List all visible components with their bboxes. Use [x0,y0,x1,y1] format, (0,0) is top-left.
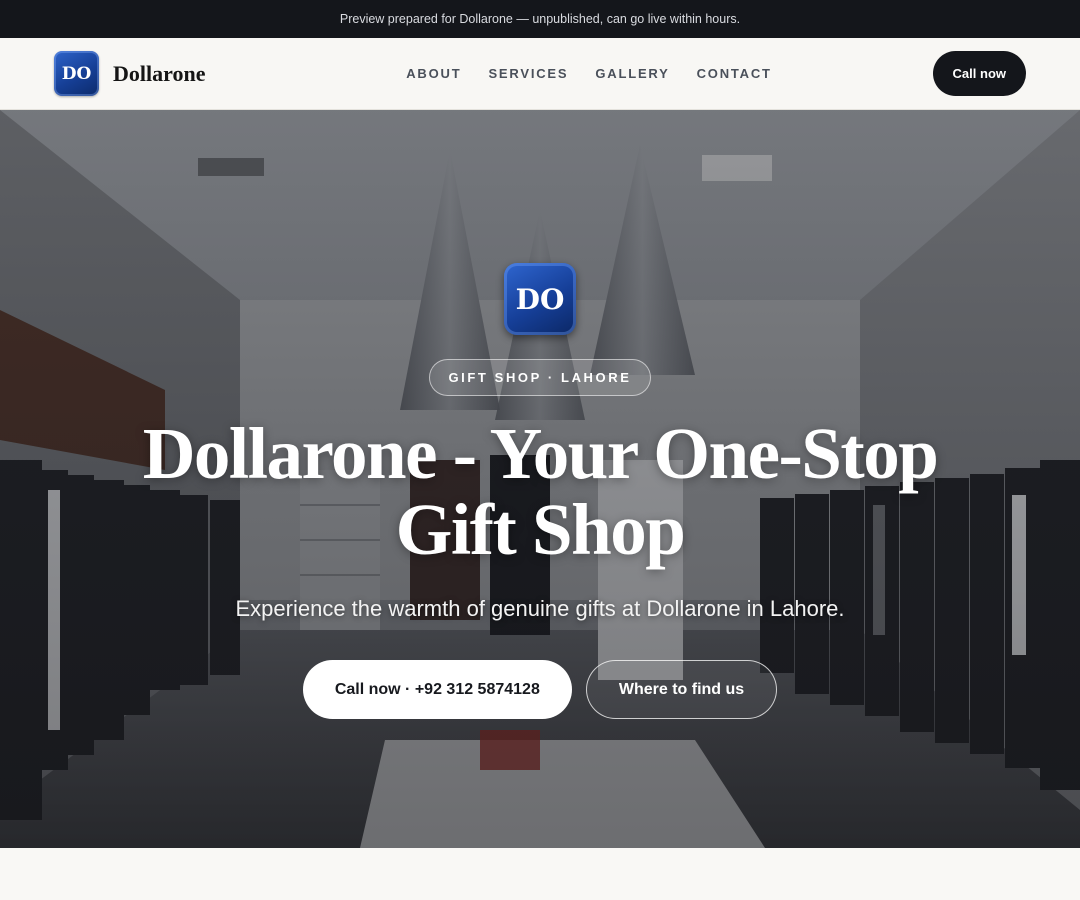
hero-content: DO GIFT SHOP · LAHORE Dollarone - Your O… [0,110,1080,848]
hero-subtitle: Experience the warmth of genuine gifts a… [235,596,845,621]
nav-link-about[interactable]: ABOUT [406,66,461,81]
hero-title: Dollarone - Your One-Stop Gift Shop [142,413,939,570]
site-header: DO Dollarone ABOUT SERVICES GALLERY CONT… [0,38,1080,110]
nav-link-contact[interactable]: CONTACT [697,66,772,81]
preview-banner: Preview prepared for Dollarone — unpubli… [0,0,1080,38]
preview-banner-text: Preview prepared for Dollarone — unpubli… [339,12,741,26]
call-now-button[interactable]: Call now · +92 312 5874128 [302,660,572,719]
nav-link-gallery[interactable]: GALLERY [595,66,669,81]
header-call-button[interactable]: Call now [932,51,1026,96]
brand[interactable]: DO Dollarone [54,51,205,96]
find-us-button[interactable]: Where to find us [585,660,778,719]
nav-link-services[interactable]: SERVICES [488,66,568,81]
hero: DO GIFT SHOP · LAHORE Dollarone - Your O… [0,110,1080,848]
brand-name: Dollarone [113,60,206,86]
main-nav: ABOUT SERVICES GALLERY CONTACT [406,66,772,81]
brand-logo: DO [54,51,99,96]
hero-category-tag: GIFT SHOP · LAHORE [429,359,651,396]
hero-logo: DO [504,263,576,335]
hero-actions: Call now · +92 312 5874128 Where to find… [302,660,778,719]
